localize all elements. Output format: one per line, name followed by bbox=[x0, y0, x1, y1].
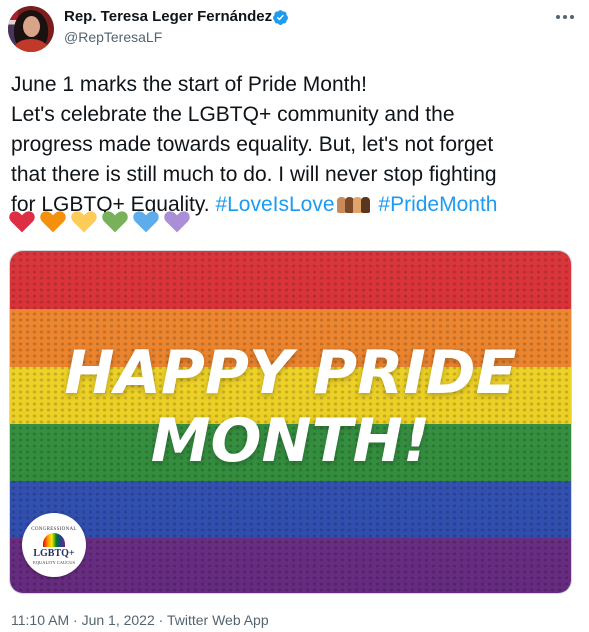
image-headline-line: MONTH! bbox=[150, 406, 431, 476]
tweet-date[interactable]: Jun 1, 2022 bbox=[82, 612, 155, 628]
tweet-text-line: that there is still much to do. I will n… bbox=[11, 163, 497, 186]
separator: · bbox=[73, 612, 78, 628]
tweet-metadata: 11:10 AM · Jun 1, 2022 · Twitter Web App bbox=[11, 612, 269, 628]
orange-heart-icon bbox=[40, 211, 66, 233]
blue-heart-icon bbox=[133, 211, 159, 233]
caucus-logo-top-text: CONGRESSIONAL bbox=[31, 527, 77, 532]
avatar[interactable] bbox=[8, 6, 54, 52]
tweet-time[interactable]: 11:10 AM bbox=[11, 612, 69, 628]
tweet-text-line: Let's celebrate the LGBTQ+ community and… bbox=[11, 103, 455, 126]
green-heart-icon bbox=[102, 211, 128, 233]
red-heart-icon bbox=[9, 211, 35, 233]
dot-icon bbox=[570, 15, 574, 19]
image-headline: HAPPY PRIDE MONTH! bbox=[10, 339, 571, 475]
yellow-heart-icon bbox=[71, 211, 97, 233]
raised-hands-emoji-icon bbox=[336, 195, 371, 213]
more-options-button[interactable] bbox=[553, 7, 577, 27]
tweet: Rep. Teresa Leger Fernández @RepTeresaLF… bbox=[0, 0, 589, 632]
caucus-logo-main-text: LGBTQ+ bbox=[33, 548, 75, 559]
separator: · bbox=[158, 612, 164, 628]
caucus-logo-bottom-text: EQUALITY CAUCUS bbox=[33, 560, 75, 565]
tweet-text: June 1 marks the start of Pride Month! L… bbox=[11, 70, 581, 220]
purple-heart-icon bbox=[164, 211, 190, 233]
capitol-dome-icon bbox=[43, 533, 65, 547]
equality-caucus-logo: CONGRESSIONAL LGBTQ+ EQUALITY CAUCUS bbox=[22, 513, 86, 577]
tweet-image[interactable]: HAPPY PRIDE MONTH! CONGRESSIONAL LGBTQ+ … bbox=[9, 250, 572, 594]
tweet-text-line: June 1 marks the start of Pride Month! bbox=[11, 73, 367, 96]
dot-icon bbox=[563, 15, 567, 19]
hashtag-pridemonth[interactable]: #PrideMonth bbox=[378, 193, 497, 216]
source-app-link[interactable]: Twitter Web App bbox=[167, 612, 269, 628]
image-headline-line: HAPPY PRIDE bbox=[64, 338, 517, 408]
dot-icon bbox=[556, 15, 560, 19]
tweet-text-line: progress made towards equality. But, let… bbox=[11, 133, 494, 156]
author-handle[interactable]: @RepTeresaLF bbox=[64, 29, 162, 45]
author-name[interactable]: Rep. Teresa Leger Fernández bbox=[64, 8, 272, 25]
hashtag-loveislove[interactable]: #LoveIsLove bbox=[215, 193, 334, 216]
verified-badge-icon bbox=[273, 10, 288, 25]
heart-emojis bbox=[8, 207, 191, 235]
